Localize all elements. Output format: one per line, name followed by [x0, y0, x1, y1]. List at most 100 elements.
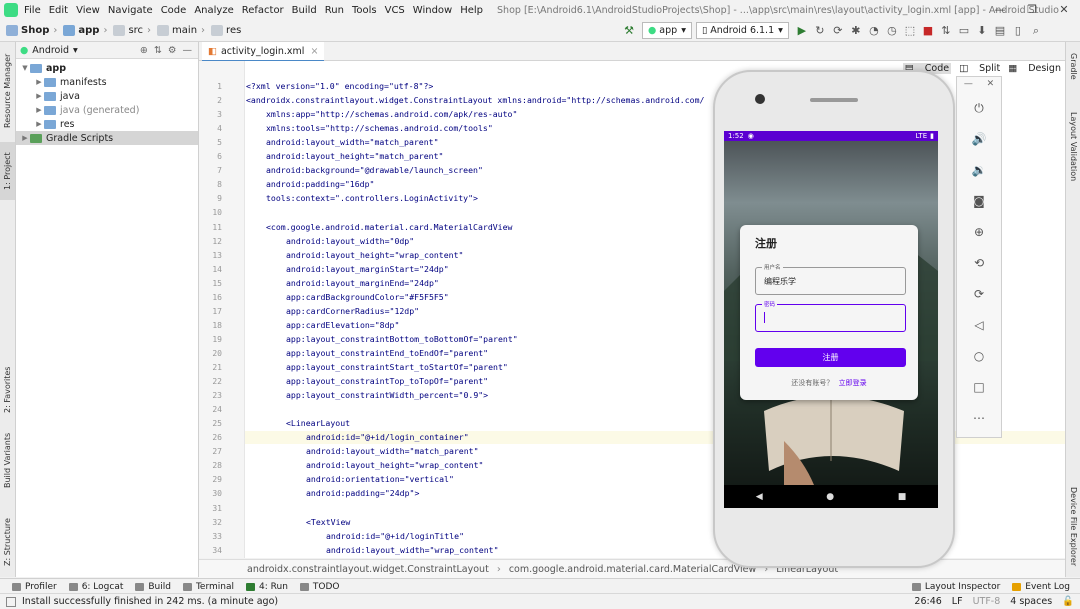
locate-icon[interactable]: ⊕ [140, 45, 148, 56]
expand-arrow-icon[interactable]: ▼ [20, 64, 30, 72]
camera-icon[interactable]: ◙ [957, 194, 1001, 208]
code-line[interactable]: app:cardCornerRadius="12dp" [286, 306, 419, 316]
menu-item-run[interactable]: Run [325, 5, 344, 16]
stop-icon[interactable]: ■ [921, 24, 935, 37]
hide-icon[interactable]: — [183, 45, 193, 56]
debug-icon[interactable]: ✱ [849, 24, 863, 37]
expand-arrow-icon[interactable]: ▶ [34, 106, 44, 114]
username-field[interactable]: 用户名 编程乐学 [755, 263, 906, 295]
volume-up-icon[interactable]: 🔊 [957, 132, 1001, 146]
menu-item-refactor[interactable]: Refactor [242, 5, 284, 16]
login-link[interactable]: 立即登录 [839, 379, 867, 387]
expand-arrow-icon[interactable]: ▶ [20, 134, 30, 142]
code-line[interactable]: android:padding="16dp" [266, 179, 374, 189]
profile-icon[interactable]: ◷ [885, 24, 899, 37]
expand-arrow-icon[interactable]: ▶ [34, 120, 44, 128]
home-icon[interactable]: ● [826, 492, 834, 502]
back-icon[interactable]: ◀ [756, 492, 763, 502]
rotate-left-icon[interactable]: ⟲ [957, 256, 1001, 270]
code-line[interactable]: app:layout_constraintWidth_percent="0.9"… [286, 390, 488, 400]
code-line[interactable]: <LinearLayout [286, 418, 350, 428]
menu-item-code[interactable]: Code [161, 5, 187, 16]
collapse-icon[interactable]: ⇅ [154, 45, 162, 56]
close-emulator-icon[interactable]: ✕ [987, 79, 995, 89]
code-line[interactable]: <?xml version="1.0" encoding="utf-8"?> [246, 81, 433, 91]
gear-icon[interactable]: ⚙ [168, 45, 177, 56]
tree-item[interactable]: ▶ Gradle Scripts [16, 131, 198, 145]
expand-arrow-icon[interactable]: ▶ [34, 78, 44, 86]
code-line[interactable]: android:layout_width="0dp" [286, 236, 414, 246]
coverage-icon[interactable]: ◔ [867, 24, 881, 37]
layout-inspector-icon[interactable]: ▤ [993, 24, 1007, 37]
search-icon[interactable]: ⌕ [1029, 24, 1043, 38]
indent-setting[interactable]: 4 spaces [1010, 596, 1052, 607]
tab-build-variants[interactable]: Build Variants [0, 430, 15, 490]
code-line[interactable]: tools:context=".controllers.LoginActivit… [266, 193, 478, 203]
tab-activity-login[interactable]: ◧ activity_login.xml × [202, 42, 325, 62]
project-view-select[interactable]: Android [32, 45, 69, 56]
tree-item[interactable]: ▶ res [16, 117, 198, 131]
tool-event-log[interactable]: Event Log [1012, 582, 1070, 592]
nav-crumb-src[interactable]: src › [113, 25, 151, 36]
tree-item[interactable]: ▶ java [16, 89, 198, 103]
sync-icon[interactable]: ⇅ [939, 24, 953, 37]
overview-icon[interactable]: □ [957, 380, 1001, 394]
nav-crumb-app[interactable]: app › [63, 25, 107, 36]
status-message[interactable]: Install successfully finished in 242 ms.… [22, 596, 278, 607]
code-line[interactable]: xmlns:app="http://schemas.android.com/ap… [266, 109, 517, 119]
tool-todo[interactable]: TODO [299, 582, 340, 592]
code-line[interactable]: android:id="@+id/login_container" [306, 432, 469, 443]
code-line[interactable]: android:orientation="vertical" [306, 474, 454, 484]
file-encoding[interactable]: UTF-8 [973, 596, 1001, 607]
tool-layout-inspector[interactable]: Layout Inspector [911, 582, 1000, 592]
volume-down-icon[interactable]: 🔉 [957, 163, 1001, 177]
line-separator[interactable]: LF [952, 596, 963, 607]
code-line[interactable]: android:id="@+id/loginTitle" [326, 531, 464, 541]
code-line[interactable]: <TextView [306, 517, 350, 527]
expand-arrow-icon[interactable]: ▶ [34, 92, 44, 100]
tree-item[interactable]: ▼ app [16, 61, 198, 75]
tab-project[interactable]: 1: Project [0, 142, 15, 200]
nav-crumb-shop[interactable]: Shop › [6, 25, 57, 36]
code-line[interactable]: app:layout_constraintTop_toTopOf="parent… [286, 376, 488, 386]
code-line[interactable]: <com.google.android.material.card.Materi… [266, 222, 512, 232]
tool-window-icon[interactable] [6, 596, 16, 607]
code-line[interactable]: app:layout_constraintBottom_toBottomOf="… [286, 334, 518, 344]
tab-structure[interactable]: Z: Structure [0, 512, 15, 572]
caret-position[interactable]: 26:46 [914, 596, 941, 607]
minimize-icon[interactable]: — [984, 0, 1016, 20]
attach-debugger-icon[interactable]: ⬚ [903, 24, 917, 37]
zoom-icon[interactable]: ⊕ [957, 225, 1001, 239]
sdk-manager-icon[interactable]: ⬇ [975, 24, 989, 37]
code-line[interactable]: android:layout_width="wrap_content" [326, 545, 499, 555]
code-line[interactable]: android:layout_width="match_parent" [266, 137, 439, 147]
restore-icon[interactable]: ❐ [1016, 0, 1048, 20]
nav-crumb-res[interactable]: res [211, 25, 241, 36]
tool-terminal[interactable]: Terminal [182, 582, 234, 592]
code-line[interactable]: android:layout_height="match_parent" [266, 151, 443, 161]
home-icon[interactable]: ○ [957, 349, 1001, 363]
code-line[interactable]: android:layout_height="wrap_content" [306, 460, 483, 470]
device-manager-icon[interactable]: ▯ [1011, 24, 1025, 37]
menu-item-tools[interactable]: Tools [352, 5, 377, 16]
breadcrumb-item[interactable]: com.google.android.material.card.Materia… [509, 564, 756, 575]
breadcrumb-item[interactable]: androidx.constraintlayout.widget.Constra… [247, 564, 489, 575]
run-config-select[interactable]: ● app ▾ [642, 22, 692, 39]
menu-item-view[interactable]: View [76, 5, 100, 16]
menu-item-edit[interactable]: Edit [49, 5, 68, 16]
run-icon[interactable]: ▶ [795, 24, 809, 37]
menu-item-analyze[interactable]: Analyze [194, 5, 233, 16]
code-line[interactable]: android:layout_marginEnd="24dp" [286, 278, 439, 288]
menu-item-vcs[interactable]: VCS [385, 5, 405, 16]
register-button[interactable]: 注册 [755, 348, 906, 367]
code-line[interactable]: app:layout_constraintStart_toStartOf="pa… [286, 362, 508, 372]
menu-item-build[interactable]: Build [292, 5, 317, 16]
close-tab-icon[interactable]: × [310, 46, 318, 57]
tool-run[interactable]: 4: Run [246, 582, 288, 592]
tool-logcat[interactable]: 6: Logcat [68, 582, 123, 592]
apply-changes-icon[interactable]: ↻ [813, 24, 827, 37]
tab-favorites[interactable]: 2: Favorites [0, 360, 15, 420]
menu-item-help[interactable]: Help [460, 5, 483, 16]
tab-resource-manager[interactable]: Resource Manager [0, 46, 15, 136]
more-icon[interactable]: ⋯ [957, 411, 1001, 425]
